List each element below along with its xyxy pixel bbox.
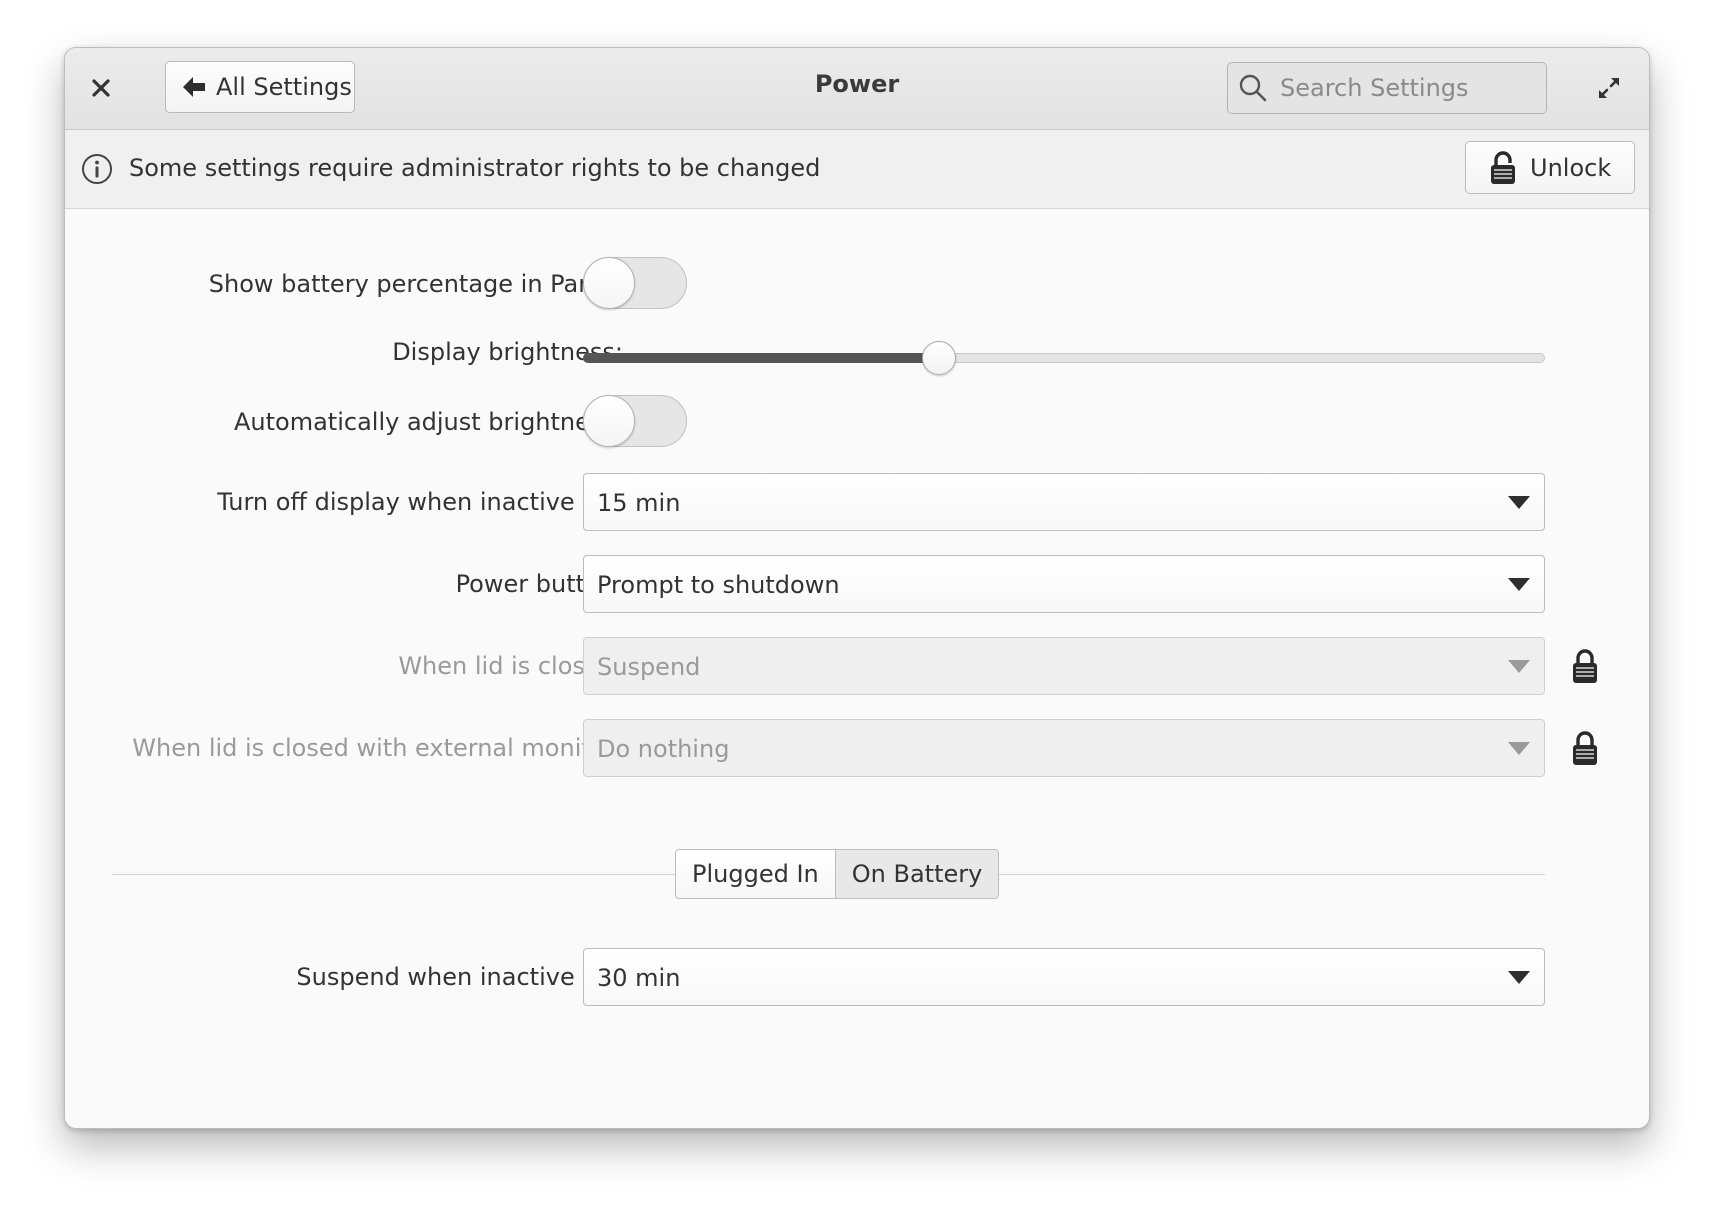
chevron-down-icon (1508, 660, 1530, 673)
search-input[interactable]: Search Settings (1227, 62, 1547, 114)
maximize-icon (1599, 78, 1619, 98)
lock-icon (1573, 731, 1597, 765)
search-icon (1239, 74, 1267, 102)
chevron-down-icon (1508, 742, 1530, 755)
power-button-value: Prompt to shutdown (597, 571, 840, 599)
display-off-value: 15 min (597, 489, 681, 517)
lock-icon (1491, 150, 1515, 184)
infobar-message: Some settings require administrator righ… (129, 154, 821, 182)
display-off-label: Turn off display when inactive for: (217, 488, 623, 516)
power-source-switcher: Plugged In On Battery (675, 849, 1000, 899)
auto-brightness-label: Automatically adjust brightness: (233, 408, 623, 436)
chevron-down-icon (1508, 971, 1530, 984)
search-placeholder: Search Settings (1280, 74, 1469, 102)
close-button[interactable] (85, 72, 117, 104)
unlock-label: Unlock (1530, 153, 1612, 182)
permission-infobar: Some settings require administrator righ… (65, 130, 1649, 209)
slider-fill (583, 353, 939, 363)
lid-closed-external-label: When lid is closed with external monitor… (132, 734, 623, 762)
tab-plugged-in[interactable]: Plugged In (676, 850, 835, 898)
battery-percentage-label: Show battery percentage in Panel: (208, 270, 623, 298)
unlock-button[interactable]: Unlock (1465, 141, 1635, 194)
info-icon (82, 154, 112, 184)
arrow-left-icon (183, 77, 205, 97)
header-bar: All Settings Power Search Settings (65, 48, 1649, 130)
maximize-button[interactable] (1593, 72, 1625, 104)
brightness-slider[interactable] (583, 341, 1545, 375)
switch-knob (583, 257, 635, 309)
switch-knob (583, 395, 635, 447)
auto-brightness-switch[interactable] (583, 395, 687, 447)
close-icon (92, 79, 110, 97)
tab-on-battery[interactable]: On Battery (834, 850, 999, 898)
chevron-down-icon (1508, 578, 1530, 591)
display-off-dropdown[interactable]: 15 min (583, 473, 1545, 531)
suspend-label: Suspend when inactive for: (296, 963, 623, 991)
settings-window: All Settings Power Search Settings Some … (64, 47, 1650, 1129)
lid-closed-external-dropdown: Do nothing (583, 719, 1545, 777)
all-settings-label: All Settings (216, 73, 352, 101)
chevron-down-icon (1508, 496, 1530, 509)
lid-closed-external-value: Do nothing (597, 735, 730, 763)
battery-percentage-switch[interactable] (583, 257, 687, 309)
power-button-dropdown[interactable]: Prompt to shutdown (583, 555, 1545, 613)
suspend-dropdown[interactable]: 30 min (583, 948, 1545, 1006)
lock-icon (1573, 649, 1597, 683)
all-settings-button[interactable]: All Settings (165, 61, 355, 113)
lid-closed-value: Suspend (597, 653, 701, 681)
slider-handle[interactable] (922, 341, 956, 375)
suspend-value: 30 min (597, 964, 681, 992)
lid-closed-dropdown: Suspend (583, 637, 1545, 695)
